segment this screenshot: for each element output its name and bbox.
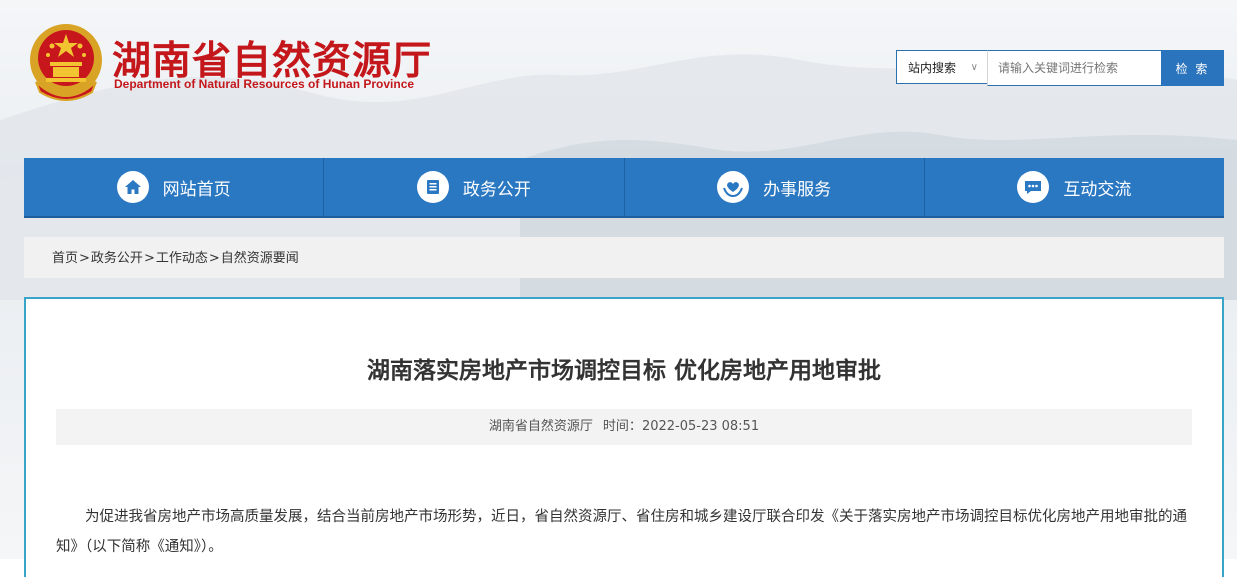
main-navigation: 网站首页 政务公开 办事服务 互动交流 — [24, 158, 1224, 218]
chat-icon — [1017, 171, 1050, 203]
article-title: 湖南落实房地产市场调控目标 优化房地产用地审批 — [366, 358, 881, 384]
chevron-down-icon: ∨ — [970, 62, 978, 73]
breadcrumb-separator: > — [143, 251, 155, 266]
article-time-value: 2022-05-23 08:51 — [641, 419, 760, 434]
document-icon — [416, 171, 449, 203]
breadcrumb-natural-resources-news[interactable]: 自然资源要闻 — [221, 251, 299, 266]
search-bar: 站内搜索 ∨ 检 索 — [896, 50, 1224, 86]
search-scope-label: 站内搜索 — [908, 61, 957, 75]
search-input[interactable] — [987, 50, 1162, 86]
breadcrumb-separator: > — [208, 251, 220, 266]
breadcrumb: 首页>政务公开>工作动态>自然资源要闻 — [24, 237, 1224, 278]
nav-item-label: 政务公开 — [462, 179, 531, 200]
nav-item-interaction[interactable]: 互动交流 — [925, 158, 1224, 216]
nav-item-label: 办事服务 — [763, 179, 832, 200]
heart-hands-icon — [717, 171, 750, 203]
nav-item-home[interactable]: 网站首页 — [24, 158, 325, 216]
breadcrumb-work-news[interactable]: 工作动态 — [156, 251, 208, 266]
nav-item-label: 网站首页 — [162, 179, 231, 200]
breadcrumb-government-affairs[interactable]: 政务公开 — [91, 251, 143, 266]
site-subtitle: Department of Natural Resources of Hunan… — [114, 77, 415, 91]
article-source: 湖南省自然资源厅 — [488, 419, 593, 434]
home-icon — [116, 171, 149, 203]
search-scope-select[interactable]: 站内搜索 ∨ — [896, 50, 988, 84]
national-emblem-icon — [30, 24, 102, 101]
article-meta: 湖南省自然资源厅 时间：2022-05-23 08:51 — [56, 409, 1192, 445]
search-button[interactable]: 检 索 — [1161, 50, 1224, 86]
article-time-label: 时间： — [602, 419, 642, 434]
article-paragraph: 为促进我省房地产市场高质量发展，结合当前房地产市场形势，近日，省自然资源厅、省住… — [56, 508, 1187, 555]
breadcrumb-separator: > — [79, 251, 90, 266]
nav-item-government-affairs[interactable]: 政务公开 — [324, 158, 625, 216]
nav-item-services[interactable]: 办事服务 — [625, 158, 925, 216]
nav-item-label: 互动交流 — [1063, 179, 1132, 200]
breadcrumb-home[interactable]: 首页 — [52, 251, 78, 266]
article-panel: 湖南落实房地产市场调控目标 优化房地产用地审批 湖南省自然资源厅 时间：2022-… — [24, 297, 1224, 577]
